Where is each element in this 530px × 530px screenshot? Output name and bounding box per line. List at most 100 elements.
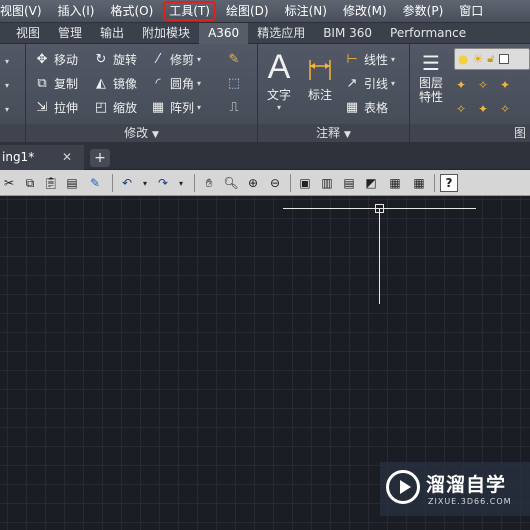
- stretch-icon: ⇲: [36, 99, 48, 115]
- trim-dropdown-icon[interactable]: ▾: [197, 55, 201, 64]
- table-button[interactable]: ▦ 表格: [344, 98, 388, 116]
- draw-dropdown-3[interactable]: ▾: [2, 100, 9, 118]
- menu-tools[interactable]: 工具(T): [163, 1, 216, 21]
- layer-tool-3[interactable]: ✦: [500, 76, 510, 94]
- trim-button[interactable]: ⁄ 修剪 ▾: [150, 50, 201, 68]
- scale-icon: ◰: [94, 99, 108, 115]
- layers-panel-footer[interactable]: 图: [410, 124, 530, 142]
- menu-window[interactable]: 窗口: [451, 1, 491, 21]
- tab-manage[interactable]: 管理: [49, 23, 91, 44]
- match-properties-icon[interactable]: ✎: [86, 174, 104, 192]
- array-dropdown-icon[interactable]: ▾: [197, 103, 201, 112]
- watermark: 溜溜自学 ZIXUE.3D66.COM: [380, 462, 530, 516]
- tab-featured-apps[interactable]: 精选应用: [248, 23, 314, 44]
- zoom-realtime-icon[interactable]: 🔍︎: [222, 174, 240, 192]
- layers-panel: ☰ 图层 特性 ● ☀ 🔓︎ ✦ ✧ ✦ ✧ ✦ ✧ 图: [410, 44, 530, 142]
- array-icon: ▦: [151, 99, 165, 115]
- layer-color-swatch: [499, 54, 510, 64]
- rotate-button[interactable]: ↻ 旋转: [93, 50, 137, 68]
- redo-dropdown-icon[interactable]: ▾: [172, 174, 190, 192]
- chevron-down-icon: ▼: [343, 130, 351, 140]
- linear-dimension-button[interactable]: ⊢ 线性 ▾: [344, 50, 395, 68]
- paste-block-icon[interactable]: ▤: [63, 174, 81, 192]
- copy-icon: ⧉: [37, 75, 47, 91]
- tab-output[interactable]: 输出: [91, 23, 133, 44]
- layer-tool-2[interactable]: ✧: [478, 76, 488, 94]
- leader-button[interactable]: ↗ 引线 ▾: [344, 74, 395, 92]
- sheet-set-icon[interactable]: ◩: [362, 174, 380, 192]
- menu-modify[interactable]: 修改(M): [335, 1, 395, 21]
- help-icon[interactable]: ?: [440, 174, 458, 192]
- rotate-icon: ↻: [95, 51, 107, 67]
- lightbulb-icon[interactable]: ●: [458, 52, 468, 66]
- watermark-url: ZIXUE.3D66.COM: [428, 497, 512, 506]
- modify-panel-footer[interactable]: 修改 ▼: [26, 124, 257, 142]
- sun-icon[interactable]: ☀: [472, 52, 483, 66]
- document-tab-bar: ing1* ✕ +: [0, 142, 530, 170]
- layer-tool-4[interactable]: ✧: [456, 100, 466, 118]
- layer-dropdown[interactable]: ● ☀ 🔓︎: [454, 48, 530, 70]
- explode-button[interactable]: ⬚: [226, 74, 246, 92]
- menu-view[interactable]: 视图(V): [0, 1, 50, 21]
- cut-icon[interactable]: ✂: [0, 174, 18, 192]
- leader-dropdown-icon[interactable]: ▾: [391, 79, 395, 88]
- draw-dropdown-1[interactable]: ▾: [2, 52, 9, 70]
- array-button[interactable]: ▦ 阵列 ▾: [150, 98, 201, 116]
- design-center-icon[interactable]: ▥: [318, 174, 336, 192]
- move-button[interactable]: ✥ 移动: [34, 50, 78, 68]
- draw-dropdown-2[interactable]: ▾: [2, 76, 9, 94]
- markup-icon[interactable]: ▦: [386, 174, 404, 192]
- layer-tool-6[interactable]: ✧: [500, 100, 510, 118]
- menu-parametric[interactable]: 参数(P): [395, 1, 452, 21]
- modify-panel: ✥ 移动 ↻ 旋转 ⁄ 修剪 ▾ ✎ ⧉ 复制 ◭ 镜像 ◜ 圆角 ▾ ⬚ ⇲ 拉伸 ◰ 缩放: [26, 44, 258, 142]
- menu-insert[interactable]: 插入(I): [50, 1, 103, 21]
- properties-icon[interactable]: ▣: [296, 174, 314, 192]
- tool-palettes-icon[interactable]: ▤: [340, 174, 358, 192]
- quickcalc-icon[interactable]: ▦: [410, 174, 428, 192]
- ribbon-panel-area: ▾ ▾ ▾ ✥ 移动 ↻ 旋转 ⁄ 修剪 ▾ ✎ ⧉ 复制 ◭ 镜像 ◜ 圆角 ▾ ⬚: [0, 44, 530, 142]
- play-logo-icon: [386, 470, 420, 504]
- new-tab-button[interactable]: +: [90, 149, 110, 167]
- zoom-window-icon[interactable]: ⊕: [244, 174, 262, 192]
- undo-dropdown-icon[interactable]: ▾: [136, 174, 154, 192]
- mirror-button[interactable]: ◭ 镜像: [93, 74, 137, 92]
- explode-icon: ⬚: [227, 75, 241, 91]
- redo-icon[interactable]: ↷: [154, 174, 172, 192]
- menu-format[interactable]: 格式(O): [102, 1, 161, 21]
- erase-button[interactable]: ✎: [226, 50, 246, 68]
- menu-draw[interactable]: 绘图(D): [218, 1, 277, 21]
- linear-dropdown-icon[interactable]: ▾: [391, 55, 395, 64]
- tab-bim360[interactable]: BIM 360: [314, 23, 381, 44]
- text-button[interactable]: A 文字 ▾: [264, 48, 294, 112]
- copy-clip-icon[interactable]: ⧉: [21, 174, 39, 192]
- lock-open-icon[interactable]: 🔓︎: [487, 52, 494, 66]
- zoom-previous-icon[interactable]: ⊖: [266, 174, 284, 192]
- tab-a360[interactable]: A360: [199, 22, 249, 44]
- paste-icon[interactable]: 📋︎: [42, 174, 60, 192]
- tab-view[interactable]: 视图: [0, 23, 49, 44]
- drawing-tab[interactable]: ing1* ✕: [0, 145, 84, 170]
- layer-properties-button[interactable]: ☰ 图层 特性: [414, 50, 448, 104]
- layer-tool-1[interactable]: ✦: [456, 76, 466, 94]
- stretch-button[interactable]: ⇲ 拉伸: [34, 98, 78, 116]
- pan-icon[interactable]: ✋︎: [200, 174, 218, 192]
- offset-button[interactable]: ⎍: [226, 98, 246, 116]
- scale-button[interactable]: ◰ 缩放: [93, 98, 137, 116]
- menu-dimension[interactable]: 标注(N): [277, 1, 335, 21]
- dimension-button[interactable]: 标注: [304, 48, 336, 103]
- text-dropdown-icon[interactable]: ▾: [264, 103, 294, 112]
- fillet-dropdown-icon[interactable]: ▾: [197, 79, 201, 88]
- fillet-button[interactable]: ◜ 圆角 ▾: [150, 74, 201, 92]
- trim-icon: ⁄: [156, 51, 160, 67]
- chevron-down-icon: ▼: [151, 130, 159, 140]
- layer-tool-5[interactable]: ✦: [478, 100, 488, 118]
- tab-addins[interactable]: 附加模块: [133, 23, 199, 44]
- close-icon[interactable]: ✕: [62, 145, 72, 170]
- offset-icon: ⎍: [229, 99, 239, 115]
- menu-bar: 视图(V) 插入(I) 格式(O) 工具(T) 绘图(D) 标注(N) 修改(M…: [0, 0, 530, 23]
- undo-icon[interactable]: ↶: [118, 174, 136, 192]
- annotation-panel-footer[interactable]: 注释 ▼: [258, 124, 409, 142]
- draw-panel-footer[interactable]: [0, 124, 25, 142]
- tab-performance[interactable]: Performance: [381, 23, 475, 44]
- copy-button[interactable]: ⧉ 复制: [34, 74, 78, 92]
